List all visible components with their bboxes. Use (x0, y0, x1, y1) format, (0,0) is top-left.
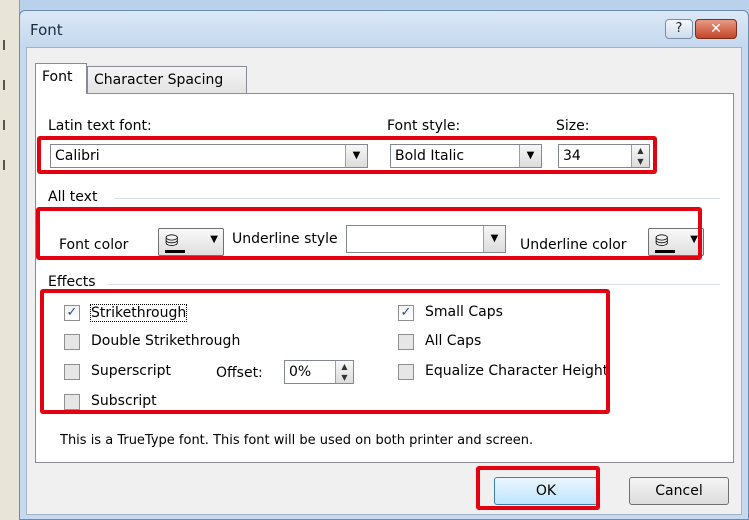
spin-up-icon[interactable]: ▲ (632, 145, 649, 156)
chevron-down-icon: ▼ (210, 234, 218, 245)
chevron-down-icon: ▼ (690, 234, 698, 245)
font-dialog: Font ? ✕ Font Character Spacing Latin te… (19, 10, 749, 520)
tab-character-spacing[interactable]: Character Spacing (87, 66, 247, 94)
latin-font-value: Calibri (55, 148, 100, 164)
all-caps-label[interactable]: All Caps (425, 333, 481, 349)
spin-down-icon[interactable]: ▼ (336, 372, 353, 383)
strikethrough-checkbox[interactable]: ✓ (64, 305, 80, 321)
all-text-header: All text (48, 189, 98, 205)
paint-bucket-icon: ⛁ (655, 231, 669, 250)
superscript-label[interactable]: Superscript (91, 363, 171, 379)
subscript-checkbox[interactable] (64, 394, 80, 410)
font-info-text: This is a TrueType font. This font will … (60, 433, 534, 448)
small-caps-label[interactable]: Small Caps (425, 304, 503, 320)
app-marker (3, 160, 15, 170)
size-label: Size: (556, 118, 590, 134)
dialog-title: Font (30, 21, 63, 39)
all-caps-checkbox[interactable] (398, 334, 414, 350)
app-marker (3, 80, 15, 90)
spin-down-icon[interactable]: ▼ (632, 156, 649, 167)
paint-bucket-icon: ⛁ (165, 231, 179, 250)
underline-color-label: Underline color (520, 237, 627, 253)
offset-label: Offset: (216, 365, 263, 381)
help-button[interactable]: ? (665, 19, 693, 39)
color-swatch (165, 250, 185, 253)
ok-button[interactable]: OK (494, 477, 598, 505)
superscript-checkbox[interactable] (64, 364, 80, 380)
font-color-label: Font color (59, 237, 129, 253)
dialog-client: Font Character Spacing Latin text font: … (26, 47, 742, 515)
group-divider (114, 198, 720, 199)
chevron-down-icon[interactable]: ▼ (345, 145, 367, 167)
chevron-down-icon[interactable]: ▼ (519, 145, 541, 167)
size-spinner[interactable]: 34 ▲ ▼ (558, 144, 650, 168)
font-tab-panel: Latin text font: Calibri ▼ Font style: B… (35, 93, 734, 463)
app-marker (3, 40, 15, 50)
underline-color-button[interactable]: ⛁ ▼ (648, 228, 704, 256)
small-caps-checkbox[interactable]: ✓ (398, 305, 414, 321)
double-strikethrough-checkbox[interactable] (64, 334, 80, 350)
effects-header: Effects (48, 274, 96, 290)
latin-font-label: Latin text font: (48, 118, 152, 134)
chevron-down-icon[interactable]: ▼ (483, 226, 505, 252)
offset-value: 0% (289, 364, 312, 380)
offset-spin-buttons[interactable]: ▲ ▼ (335, 361, 353, 383)
underline-style-combo[interactable]: ▼ (346, 225, 506, 253)
font-style-label: Font style: (387, 118, 461, 134)
size-value: 34 (563, 148, 581, 164)
background-app-strip (0, 0, 20, 520)
title-bar[interactable]: Font ? ✕ (20, 11, 748, 47)
font-style-combo[interactable]: Bold Italic ▼ (390, 144, 542, 168)
cancel-button[interactable]: Cancel (629, 477, 729, 505)
font-style-value: Bold Italic (395, 148, 465, 164)
close-button[interactable]: ✕ (695, 19, 737, 39)
offset-spinner[interactable]: 0% ▲ ▼ (284, 360, 354, 384)
underline-style-label: Underline style (232, 231, 338, 247)
size-spin-buttons[interactable]: ▲ ▼ (631, 145, 649, 167)
group-divider (108, 284, 720, 285)
spin-up-icon[interactable]: ▲ (336, 361, 353, 372)
latin-font-combo[interactable]: Calibri ▼ (50, 144, 368, 168)
equalize-height-checkbox[interactable] (398, 364, 414, 380)
strikethrough-label[interactable]: Strikethrough (90, 304, 188, 322)
equalize-height-label[interactable]: Equalize Character Height (425, 363, 608, 379)
tab-font[interactable]: Font (35, 63, 87, 94)
font-color-button[interactable]: ⛁ ▼ (158, 228, 224, 256)
color-swatch (655, 250, 675, 253)
subscript-label[interactable]: Subscript (91, 393, 157, 409)
double-strikethrough-label[interactable]: Double Strikethrough (91, 333, 240, 349)
app-marker (3, 120, 15, 130)
